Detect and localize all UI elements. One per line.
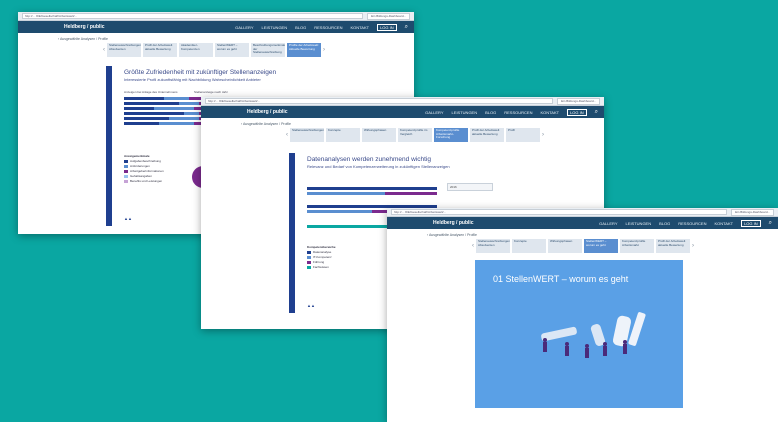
nav-item-ressourcen[interactable]: RESSOURCEN <box>314 25 342 30</box>
screenshot-front: http://... /DE/Gesellschaft/Arbeitswelt/… <box>387 208 778 422</box>
nav-item-ressourcen[interactable]: RESSOURCEN <box>678 221 706 226</box>
nav-item-ressourcen[interactable]: RESSOURCEN <box>504 110 532 115</box>
site-nav: Heldberg / public GALLERY LEISTUNGEN BLO… <box>18 21 414 33</box>
site-logo[interactable]: Heldberg / public <box>64 24 105 30</box>
bar <box>307 192 437 195</box>
browser-chrome: http://... /DE/Gesellschaft/Arbeitswelt/… <box>18 12 414 21</box>
address-bar[interactable]: http://... /DE/Gesellschaft/Arbeitswelt/… <box>205 98 554 104</box>
story-tab[interactable]: Akademiker-Kompetenzen <box>179 43 213 57</box>
story-tab[interactable]: Kompetenzprofile im Vergleich <box>398 128 432 142</box>
login-button[interactable]: LOG IN <box>377 23 397 31</box>
login-button[interactable]: LOG IN <box>567 108 587 116</box>
nav-item-kontakt[interactable]: KONTAKT <box>540 110 559 115</box>
breadcrumb[interactable]: ‹ Ausgewählte Analysen / Profile <box>201 118 604 128</box>
search-icon[interactable]: ⌕ <box>405 24 408 31</box>
nav-item-blog[interactable]: BLOG <box>659 221 670 226</box>
chevron-right-icon[interactable]: › <box>542 132 544 138</box>
legend-title: Kompetenzbereiche <box>307 245 336 249</box>
browser-tab[interactable]: Ein Bildungs-Dashboard... <box>731 208 774 216</box>
story-tab[interactable]: Wirkungsphasen <box>362 128 396 142</box>
nav-item-gallery[interactable]: GALLERY <box>235 25 253 30</box>
nav-item-leistungen[interactable]: LEISTUNGEN <box>452 110 478 115</box>
story-tab[interactable]: Kompetenzprofile Arbeitsmarkt <box>620 239 654 253</box>
chevron-left-icon[interactable]: ‹ <box>286 132 288 138</box>
breadcrumb[interactable]: ‹ Ausgewählte Analysen / Profile <box>18 33 414 43</box>
chevron-left-icon[interactable]: ‹ <box>103 47 105 53</box>
story-tab[interactable]: Profil der Arbeitswelt aktuelle Bewertun… <box>656 239 690 253</box>
story-tab-active[interactable]: StellenWERT – worum es geht <box>584 239 618 253</box>
browser-chrome: http://... /DE/Gesellschaft/Arbeitswelt/… <box>387 208 778 217</box>
legend-item[interactable]: Benefits und Leistungen <box>124 179 164 183</box>
nav-item-kontakt[interactable]: KONTAKT <box>350 25 369 30</box>
hero-illustration <box>541 312 646 358</box>
site-logo[interactable]: Heldberg / public <box>247 109 288 115</box>
legend-item[interactable]: Gehaltsangaben <box>124 174 164 178</box>
chevron-left-icon[interactable]: ‹ <box>472 243 474 249</box>
hero-number-01-icon <box>541 312 646 347</box>
slide-title: Größte Zufriedenheit mit zukünftiger Ste… <box>124 69 277 76</box>
nav-item-blog[interactable]: BLOG <box>485 110 496 115</box>
story-tab-active[interactable]: Kompetenzprofile Arbeitsmarkt-Forschung <box>434 128 468 142</box>
site-nav: Heldberg / public GALLERY LEISTUNGEN BLO… <box>387 217 778 229</box>
year-select[interactable]: 2016 <box>447 183 493 191</box>
nav-item-leistungen[interactable]: LEISTUNGEN <box>262 25 288 30</box>
legend-item[interactable]: Anforderungen <box>124 164 164 168</box>
browser-tab[interactable]: Ein Bildungs-Dashboard... <box>367 12 410 20</box>
chart-heading-2: Stellenanzeige nach Jahr <box>194 90 228 94</box>
chevron-right-icon[interactable]: › <box>323 47 325 53</box>
story-tab[interactable]: Konzepte <box>326 128 360 142</box>
bar <box>307 187 437 190</box>
story-tab[interactable]: Profil <box>506 128 540 142</box>
story-tab[interactable]: Profil der Arbeitswelt aktuelle Bewertun… <box>470 128 504 142</box>
story-tab[interactable]: Konzepte <box>512 239 546 253</box>
story-tab[interactable]: StellenWERT – worum es geht <box>215 43 249 57</box>
address-bar[interactable]: http://... /DE/Gesellschaft/Arbeitswelt/… <box>391 209 728 215</box>
slide-subtitle: Relevanz und Bedarf von Kompetenzerweite… <box>307 164 450 169</box>
legend-item[interactable]: Führung <box>307 260 336 264</box>
slide-title: Datenanalysen werden zunehmend wichtig <box>307 156 431 163</box>
legend: Kompetenzbereiche Datenanalyse IT-Kompet… <box>307 245 336 270</box>
legend-title: Anzeigemerkmale <box>124 154 150 158</box>
browser-tab[interactable]: Ein Bildungs-Dashboard... <box>557 97 600 105</box>
footer-logo: ▲▲ <box>124 216 132 221</box>
story-tabs: ‹ Stellenausschreibungen Absolventen Kon… <box>387 239 778 253</box>
browser-chrome: http://... /DE/Gesellschaft/Arbeitswelt/… <box>201 97 604 106</box>
nav-item-blog[interactable]: BLOG <box>295 25 306 30</box>
story-tabs: ‹ Stellenausschreibungen Absolventen Pro… <box>18 43 414 57</box>
story-tab-active[interactable]: Profile der Arbeitswelt: Aktuelle Bewert… <box>287 43 321 57</box>
site-logo[interactable]: Heldberg / public <box>433 220 474 226</box>
search-icon[interactable]: ⌕ <box>769 220 772 227</box>
login-button[interactable]: LOG IN <box>741 219 761 227</box>
legend-item[interactable]: IT-Kompetenz <box>307 255 336 259</box>
story-tab[interactable]: Stellenausschreibungen Absolventen <box>107 43 141 57</box>
legend-item[interactable]: Arbeitgeberinformationen <box>124 169 164 173</box>
legend-item[interactable]: Fachwissen <box>307 265 336 269</box>
legend-item[interactable]: Datenanalyse <box>307 250 336 254</box>
story-tab[interactable]: Wirkungsphasen <box>548 239 582 253</box>
site-nav: Heldberg / public GALLERY LEISTUNGEN BLO… <box>201 106 604 118</box>
nav-item-leistungen[interactable]: LEISTUNGEN <box>626 221 652 226</box>
story-tab[interactable]: Stellenausschreibungen Absolventen <box>476 239 510 253</box>
search-icon[interactable]: ⌕ <box>595 109 598 116</box>
hero-slide: 01 StellenWERT – worum es geht <box>475 260 683 408</box>
nav-item-gallery[interactable]: GALLERY <box>425 110 443 115</box>
legend: Anzeigemerkmale Aufgabenbeschreibung Anf… <box>124 154 164 184</box>
footer-logo: ▲▲ <box>307 303 315 308</box>
nav-item-gallery[interactable]: GALLERY <box>599 221 617 226</box>
story-tab[interactable]: Stellenausschreibungen <box>290 128 324 142</box>
story-tab[interactable]: Beschreibungsmerkmale der Stellenausschr… <box>251 43 285 57</box>
nav-item-kontakt[interactable]: KONTAKT <box>714 221 733 226</box>
story-tab[interactable]: Profil der Arbeitswelt aktuelle Bewertun… <box>143 43 177 57</box>
legend-item[interactable]: Aufgabenbeschreibung <box>124 159 164 163</box>
story-tabs: ‹ Stellenausschreibungen Konzepte Wirkun… <box>201 128 604 142</box>
breadcrumb[interactable]: ‹ Ausgewählte Analysen / Profile <box>387 229 778 239</box>
chevron-right-icon[interactable]: › <box>692 243 694 249</box>
address-bar[interactable]: http://... /DE/Gesellschaft/Arbeitswelt/… <box>22 13 364 19</box>
slide-subtitle: Interessierte Profil zukunftsfähig mit N… <box>124 77 261 82</box>
